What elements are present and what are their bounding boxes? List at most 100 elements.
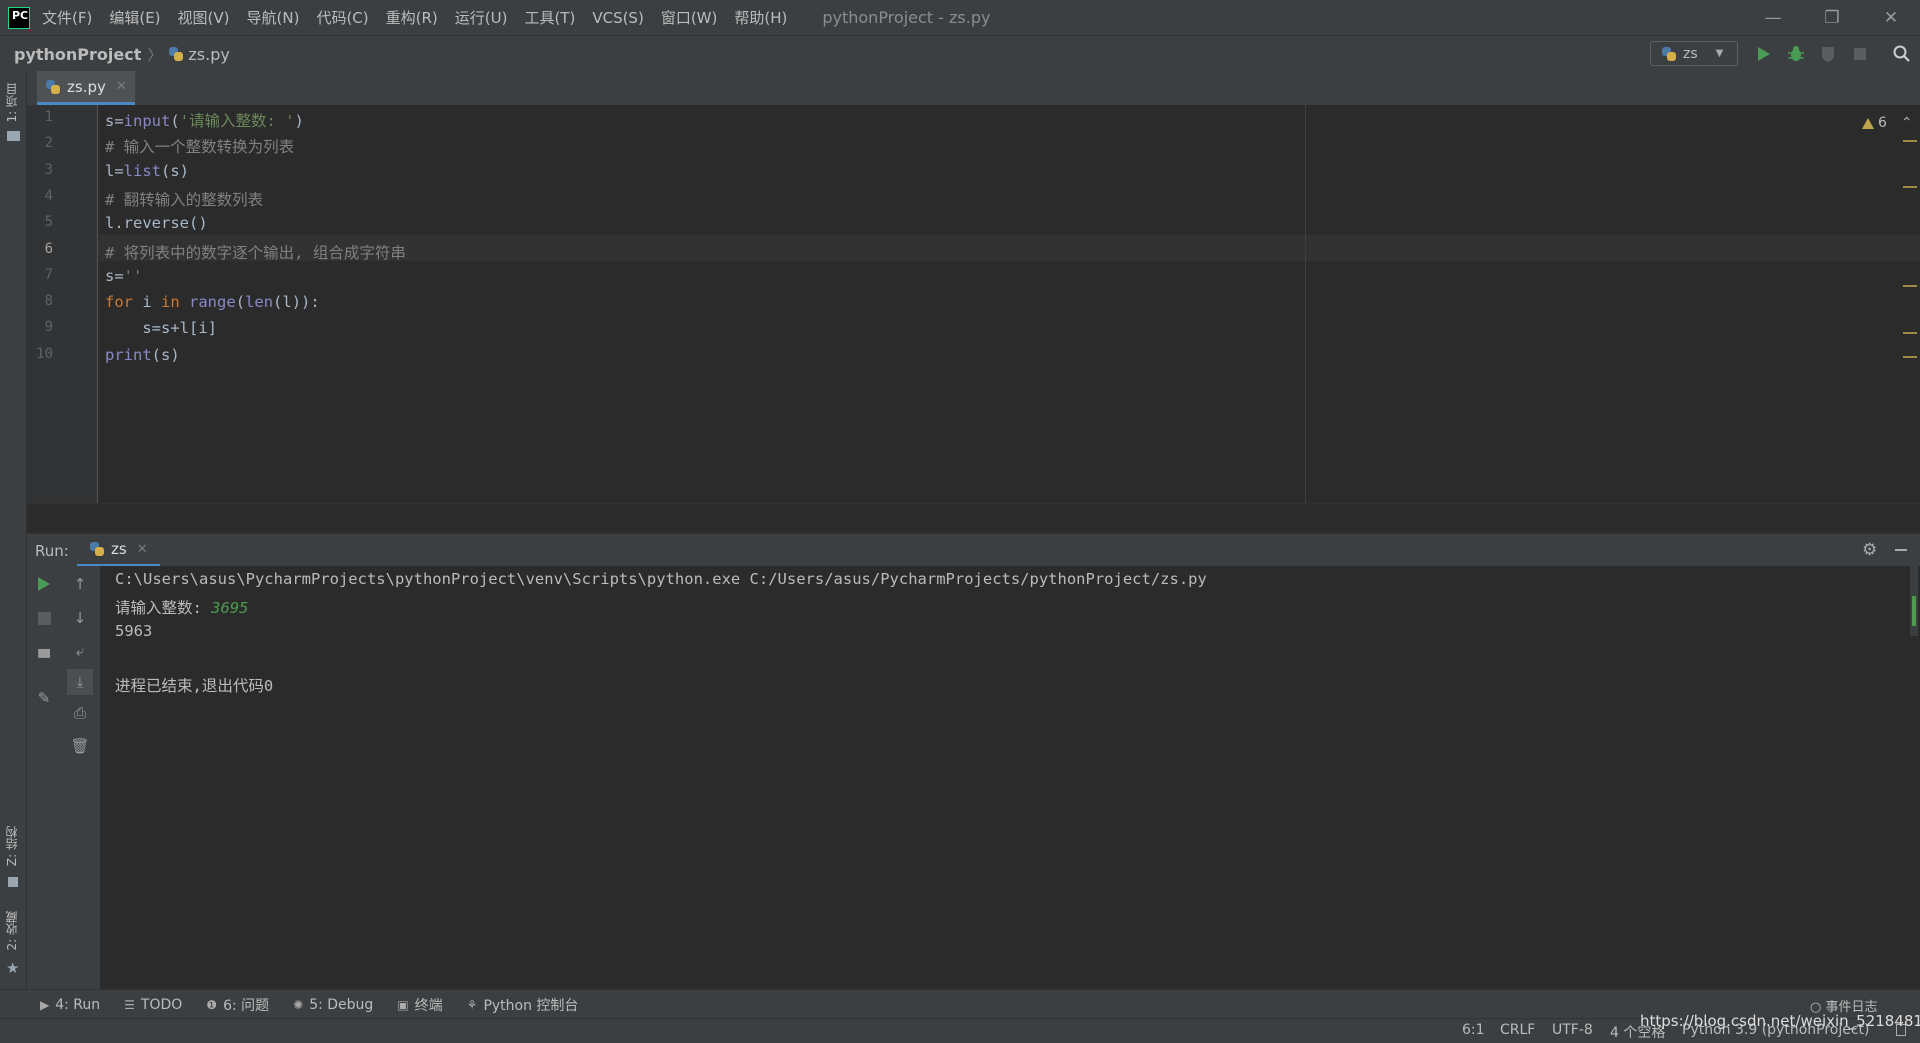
python-icon: ⚘ [466,997,478,1012]
line-number: 4 [44,187,53,204]
code-line[interactable]: s=input('请输入整数: ') [105,109,304,131]
trash-icon[interactable]: 🗑 [70,736,90,756]
navigation-bar: pythonProject 〉 zs.py zs ▼ [0,35,1920,72]
line-separator[interactable]: CRLF [1500,1022,1535,1038]
code-token: ) [294,112,304,130]
code-token: range [189,293,236,312]
inspection-widget[interactable]: 6 ⌃ ⌄ [1861,115,1920,131]
code-line[interactable]: # 输入一个整数转换为列表 [105,135,294,157]
code-editor[interactable]: 1 2 3 4 5 6 7 8 9 10 s=input('请输入整数: ') # 输入一个整数转换… [27,105,1920,503]
title-bar: PC 文件(F) 编辑(E) 视图(V) 导航(N) 代码(C) 重构(R) 运… [0,0,1920,35]
gear-icon[interactable]: ⚙ [1862,540,1877,560]
line-number: 2 [44,135,53,152]
bug-icon [1788,46,1804,61]
code-line[interactable]: l.reverse() [105,214,208,232]
bug-icon: ✺ [293,997,304,1012]
run-icon [1758,47,1770,61]
error-stripe-mark[interactable] [1903,356,1917,358]
file-encoding[interactable]: UTF-8 [1552,1022,1593,1038]
close-window-button[interactable]: ✕ [1862,0,1920,35]
pin-icon[interactable]: ✎ [34,688,54,708]
up-arrow-icon[interactable]: ↑ [70,574,90,594]
tool-window-bar: ▶ 4: Run ☰ TODO ❶ 6: 问题 ✺ 5: Debug ▣ 终端 ⚘ Pyth… [0,989,1920,1019]
rerun-button[interactable] [34,574,54,594]
project-tool-window-tab[interactable]: 1: 项目 [3,83,20,123]
error-stripe-mark[interactable] [1903,285,1917,287]
menu-navigate[interactable]: 导航(N) [247,7,300,28]
console-line: 请输入整数: 3695 [115,599,249,617]
todo-tool-window-button[interactable]: ☰ TODO [124,997,182,1013]
stop-icon [37,611,51,625]
structure-tool-window-tab[interactable]: Z: 结构 [3,826,20,866]
run-tab-zs[interactable]: zs ✕ [77,534,160,567]
layout-icon[interactable]: ▀ [34,648,54,668]
menu-refactor[interactable]: 重构(R) [386,7,438,28]
line-number: 3 [44,161,53,178]
favorites-tool-window-tab[interactable]: 2: 收藏 [3,911,20,951]
left-tool-strip: 1: 项目 Z: 结构 2: 收藏 ★ [0,71,27,1033]
down-arrow-icon[interactable]: ↓ [70,608,90,628]
console-scrollbar[interactable] [1910,566,1918,636]
python-console-tool-window-button[interactable]: ⚘ Python 控制台 [467,995,579,1015]
stop-button[interactable] [1850,44,1870,64]
close-tab-icon[interactable]: ✕ [116,79,127,94]
problems-tool-window-button[interactable]: ❶ 6: 问题 [206,995,269,1015]
code-token: # 翻转输入的整数列表 [105,190,264,209]
menu-tools[interactable]: 工具(T) [524,7,575,28]
structure-icon [8,877,18,887]
menu-code[interactable]: 代码(C) [316,7,368,28]
search-everywhere-button[interactable] [1892,44,1912,64]
error-stripe-mark[interactable] [1903,140,1917,142]
search-icon [1893,45,1910,62]
editor-panel-splitter[interactable] [27,503,1920,534]
code-line[interactable]: s=s+l[i] [105,319,217,337]
menu-file[interactable]: 文件(F) [42,7,92,28]
stop-button[interactable] [34,608,54,628]
caret-position[interactable]: 6:1 [1462,1022,1485,1038]
close-run-tab-icon[interactable]: ✕ [137,542,148,557]
breadcrumb-file[interactable]: zs.py [188,45,229,64]
code-token: l.reverse() [105,214,208,233]
code-line[interactable]: # 翻转输入的整数列表 [105,188,263,210]
minimize-button[interactable]: — [1744,0,1802,35]
print-icon[interactable]: ⎙ [70,703,90,723]
menu-vcs[interactable]: VCS(S) [592,9,643,27]
menu-run[interactable]: 运行(U) [455,7,508,28]
code-token: ( [170,112,180,130]
line-number: 10 [36,345,53,362]
menu-window[interactable]: 窗口(W) [661,7,718,28]
code-line[interactable]: print(s) [105,346,180,364]
breadcrumb-project[interactable]: pythonProject [14,45,141,64]
code-line[interactable]: s='' [105,267,142,285]
scroll-to-end-icon[interactable]: ⤓ [67,669,93,695]
minimize-panel-icon[interactable] [1895,549,1907,551]
restore-button[interactable]: ❐ [1803,0,1861,35]
menu-help[interactable]: 帮助(H) [734,7,787,28]
error-stripe-mark[interactable] [1903,332,1917,334]
code-token: '请输入整数: ' [179,112,295,130]
run-tool-window-button[interactable]: ▶ 4: Run [40,997,100,1013]
tab-zs-py[interactable]: zs.py ✕ [37,71,135,105]
console-line: C:\Users\asus\PycharmProjects\pythonProj… [115,570,1207,588]
code-line[interactable]: for i in range(len(l)): [105,293,320,311]
stop-icon [1854,48,1866,60]
error-stripe-mark[interactable] [1903,186,1917,188]
debug-button[interactable] [1786,44,1806,64]
code-token: (s) [161,161,189,180]
menu-view[interactable]: 视图(V) [178,7,230,28]
run-console[interactable]: C:\Users\asus\PycharmProjects\pythonProj… [100,566,1920,989]
run-icon [38,577,50,591]
chevron-up-icon[interactable]: ⌃ [1901,115,1913,131]
right-margin-guide [1305,105,1306,503]
terminal-tool-window-button[interactable]: ▣ 终端 [397,995,442,1015]
run-config-select[interactable]: zs ▼ [1650,41,1738,66]
code-line[interactable]: # 将列表中的数字逐个输出, 组合成字符串 [105,241,406,263]
debug-tool-window-button[interactable]: ✺ 5: Debug [293,997,373,1013]
tab-label: zs.py [67,77,106,96]
coverage-button[interactable] [1818,44,1838,64]
code-line[interactable]: l=list(s) [105,162,189,180]
run-button[interactable] [1754,44,1774,64]
menu-edit[interactable]: 编辑(E) [109,7,160,28]
soft-wrap-icon[interactable]: ⤶ [70,641,90,661]
